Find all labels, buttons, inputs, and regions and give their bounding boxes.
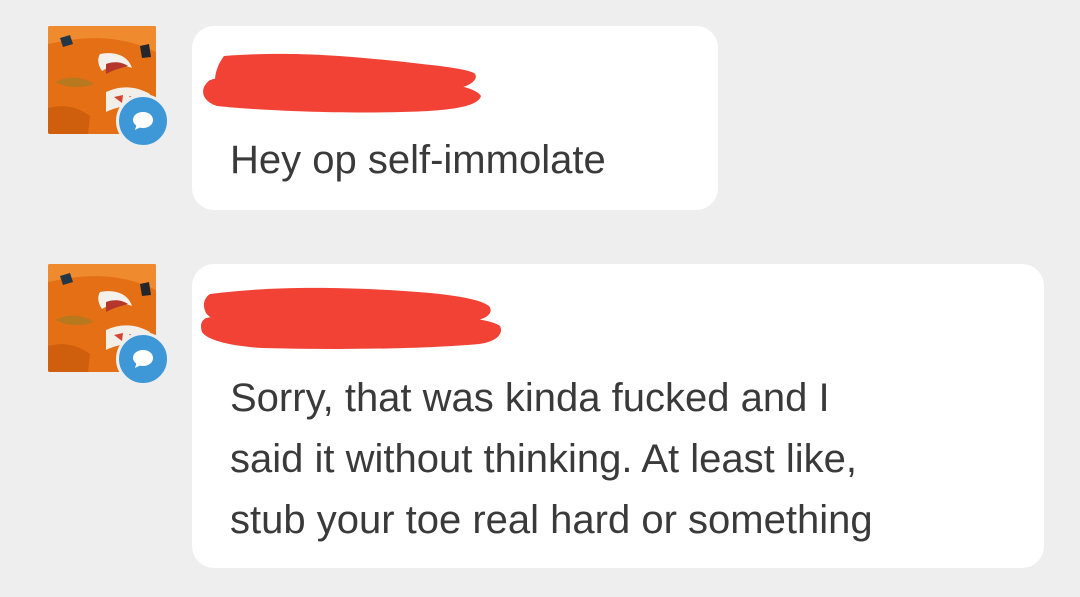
message-bubble: Sorry, that was kinda fucked and I said …	[192, 264, 1044, 568]
chat-bubble-icon	[133, 112, 153, 130]
chat-badge	[116, 94, 170, 148]
redacted-author-name	[201, 287, 502, 349]
message-text: Hey op self-immolate	[230, 138, 606, 182]
chat-bubble-icon	[133, 350, 153, 368]
chat-thread: { "messages": [ { "author": "", "text": …	[0, 0, 1080, 597]
message-text: Sorry, that was kinda fucked and I said …	[230, 376, 873, 542]
chat-badge	[116, 332, 170, 386]
redacted-author-name	[203, 53, 481, 113]
message-bubble: Hey op self-immolate	[192, 26, 718, 210]
